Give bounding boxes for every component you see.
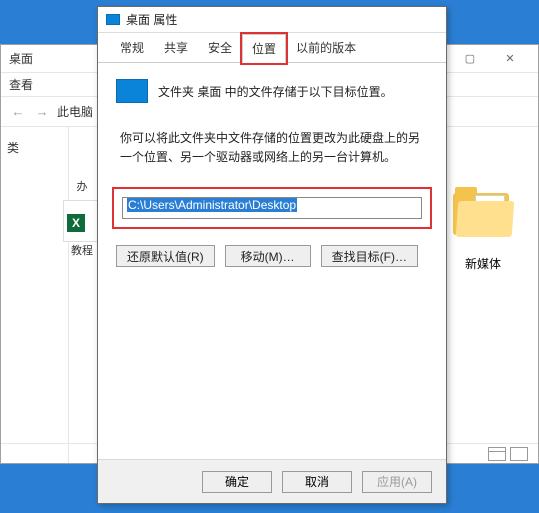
view-icons-icon[interactable]	[510, 447, 528, 461]
folder-item[interactable]: 新媒体	[438, 187, 528, 272]
excel-icon	[63, 200, 99, 242]
preview-label: 教程	[63, 242, 101, 258]
folder-icon	[451, 187, 515, 239]
tab-previous[interactable]: 以前的版本	[286, 33, 366, 62]
dialog-title: 桌面 属性	[126, 11, 177, 28]
dialog-titlebar: 桌面 属性	[98, 7, 446, 33]
ok-button[interactable]: 确定	[202, 471, 272, 493]
dialog-tabs: 常规 共享 安全 位置 以前的版本	[98, 33, 446, 63]
restore-default-button[interactable]: 还原默认值(R)	[116, 245, 215, 267]
properties-dialog: 桌面 属性 常规 共享 安全 位置 以前的版本 文件夹 桌面 中的文件存储于以下…	[97, 6, 447, 504]
sidebar-header: 类	[5, 135, 64, 160]
tab-general[interactable]: 常规	[110, 33, 154, 62]
cancel-button[interactable]: 取消	[282, 471, 352, 493]
preview-cell: 办	[63, 130, 101, 194]
folder-label: 新媒体	[438, 255, 528, 272]
back-icon[interactable]: ←	[9, 103, 27, 121]
left-preview-strip: 办 教程	[63, 130, 101, 264]
view-details-icon[interactable]	[488, 447, 506, 461]
forward-icon[interactable]: →	[33, 103, 51, 121]
explorer-title: 桌面	[9, 50, 33, 67]
tab-security[interactable]: 安全	[198, 33, 242, 62]
path-value: C:\Users\Administrator\Desktop	[127, 198, 297, 212]
tab-location[interactable]: 位置	[242, 34, 286, 63]
location-hint: 你可以将此文件夹中文件存储的位置更改为此硬盘上的另一个位置、另一个驱动器或网络上…	[116, 129, 428, 167]
desktop-large-icon	[116, 79, 148, 103]
close-button[interactable]: ✕	[490, 45, 530, 73]
path-highlight: C:\Users\Administrator\Desktop	[112, 187, 432, 229]
explorer-sidebar: 类	[1, 127, 69, 463]
preview-cell: 教程	[63, 200, 101, 258]
breadcrumb[interactable]: 此电脑	[57, 103, 93, 120]
location-line1: 文件夹 桌面 中的文件存储于以下目标位置。	[158, 83, 393, 100]
find-target-button[interactable]: 查找目标(F)…	[321, 245, 418, 267]
path-input[interactable]: C:\Users\Administrator\Desktop	[122, 197, 422, 219]
move-button[interactable]: 移动(M)…	[225, 245, 311, 267]
dialog-footer: 确定 取消 应用(A)	[98, 459, 446, 503]
preview-label: 办	[63, 178, 101, 194]
apply-button[interactable]: 应用(A)	[362, 471, 432, 493]
toolbar-view[interactable]: 查看	[9, 76, 33, 93]
maximize-button[interactable]: ▢	[450, 45, 490, 73]
tab-sharing[interactable]: 共享	[154, 33, 198, 62]
desktop-icon	[106, 14, 120, 25]
dialog-content: 文件夹 桌面 中的文件存储于以下目标位置。 你可以将此文件夹中文件存储的位置更改…	[98, 63, 446, 459]
